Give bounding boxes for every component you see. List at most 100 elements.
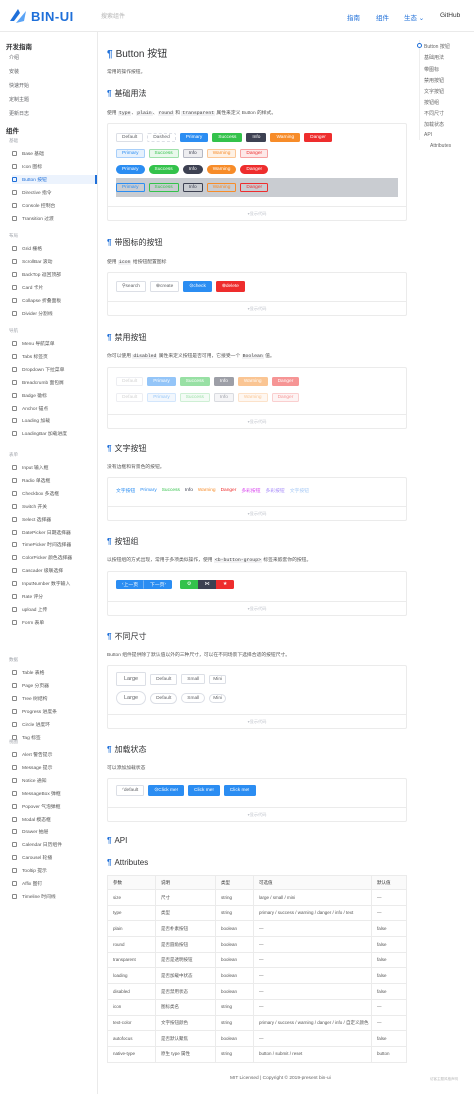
- sidebar-item-directive[interactable]: Directive 指令: [12, 188, 97, 197]
- sidebar-item-affix[interactable]: Affix 图钉: [12, 879, 97, 888]
- sidebar-item-carousel[interactable]: Carousel 轮播: [12, 853, 97, 862]
- toc-item[interactable]: 加载状态: [424, 121, 444, 128]
- sidebar-item-grid[interactable]: Grid 栅格: [12, 244, 97, 253]
- round-info-button[interactable]: Info: [182, 165, 203, 174]
- text-info-button[interactable]: Info: [185, 488, 193, 493]
- sidebar-link[interactable]: 介绍: [9, 54, 19, 61]
- disabled-plain-default-button[interactable]: Default: [116, 393, 144, 402]
- default-round-button[interactable]: Default: [150, 692, 178, 704]
- search-button[interactable]: ⚲ search: [116, 281, 146, 292]
- text-button[interactable]: 文字按钮: [116, 487, 135, 494]
- sidebar-item-circle[interactable]: Circle 进度环: [12, 720, 97, 729]
- sidebar-item-dropdown[interactable]: Dropdown 下拉菜单: [12, 365, 97, 374]
- text-disabled-button[interactable]: 文字按钮: [290, 487, 309, 494]
- warning-button[interactable]: Warning: [270, 133, 301, 142]
- disabled-plain-danger-button[interactable]: Danger: [271, 393, 300, 402]
- mini-button[interactable]: Mini: [209, 674, 227, 684]
- sidebar-item-divider[interactable]: Divider 分割线: [12, 309, 97, 318]
- delete-button[interactable]: ⊗ delete: [215, 281, 245, 292]
- sidebar-item-card[interactable]: Card 卡片: [12, 283, 97, 292]
- mini-round-button[interactable]: Mini: [209, 693, 227, 703]
- sidebar-item-messagebox[interactable]: MessageBox 弹框: [12, 789, 97, 798]
- sidebar-item-loading[interactable]: Loading 加载: [12, 416, 97, 425]
- sidebar-item-rate[interactable]: Rate 评分: [12, 592, 97, 601]
- sidebar-item-icon[interactable]: Icon 图标: [12, 162, 97, 171]
- show-code-toggle[interactable]: ▾ 显示代码: [108, 206, 406, 220]
- danger-button[interactable]: Danger: [304, 133, 332, 142]
- create-button[interactable]: ⊕ create: [149, 281, 180, 292]
- disabled-plain-primary-button[interactable]: Primary: [147, 393, 176, 402]
- nav-guide[interactable]: 指南: [347, 12, 360, 22]
- default-size-button[interactable]: Default: [150, 673, 178, 685]
- nav-github[interactable]: GitHub: [440, 12, 460, 19]
- text-danger-button[interactable]: Danger: [221, 488, 237, 493]
- sidebar-link[interactable]: 更新日志: [9, 110, 29, 117]
- sidebar-item-menu[interactable]: Menu 导航菜单: [12, 339, 97, 348]
- sidebar-item-form[interactable]: Form 表单: [12, 618, 97, 627]
- transparent-primary-button[interactable]: Primary: [116, 183, 145, 192]
- sidebar-item-tree[interactable]: Tree 树结构: [12, 694, 97, 703]
- loading-default-button[interactable]: ◜ default: [116, 785, 145, 796]
- toc-item[interactable]: 按钮组: [424, 99, 439, 106]
- toc-item[interactable]: Button 按钮: [424, 43, 450, 50]
- transparent-success-button[interactable]: Success: [148, 183, 179, 192]
- sidebar-item-tabs[interactable]: Tabs 标签页: [12, 352, 97, 361]
- large-round-button[interactable]: Large: [116, 691, 147, 705]
- round-warning-button[interactable]: Warning: [206, 165, 237, 174]
- round-danger-button[interactable]: Danger: [240, 165, 269, 174]
- disabled-warning-button[interactable]: Warning: [237, 377, 268, 386]
- text-warning-button[interactable]: Warning: [198, 488, 216, 493]
- show-code-toggle[interactable]: ▾ 显示代码: [108, 714, 406, 728]
- toc-item[interactable]: 基础用法: [424, 54, 444, 61]
- sidebar-item-switch[interactable]: Switch 开关: [12, 502, 97, 511]
- sidebar-link[interactable]: 快速开始: [9, 82, 29, 89]
- loading-click-button[interactable]: ⊙ Click me!: [148, 785, 185, 796]
- next-page-button[interactable]: 下一页 ›: [144, 580, 173, 589]
- toc-item[interactable]: Attributes: [430, 143, 451, 149]
- sidebar-item-transition[interactable]: Transition 过渡: [12, 214, 97, 223]
- disabled-danger-button[interactable]: Danger: [271, 377, 300, 386]
- text-primary-button[interactable]: Primary: [140, 488, 157, 493]
- sidebar-item-button[interactable]: Button 按钮: [12, 174, 97, 184]
- round-success-button[interactable]: Success: [148, 165, 179, 174]
- plain-primary-button[interactable]: Primary: [116, 149, 145, 158]
- sidebar-item-upload[interactable]: upload 上传: [12, 605, 97, 614]
- sidebar-item-anchor[interactable]: Anchor 锚点: [12, 404, 97, 413]
- sidebar-item-table[interactable]: Table 表格: [12, 668, 97, 677]
- default-button[interactable]: Default: [116, 133, 144, 142]
- sidebar-item-timepicker[interactable]: TimePicker 时间选择器: [12, 540, 97, 549]
- sidebar-item-console[interactable]: Console 控制台: [12, 201, 97, 210]
- large-button[interactable]: Large: [116, 672, 147, 686]
- sidebar-item-inputnumber[interactable]: InputNumber 数字输入: [12, 579, 97, 588]
- toc-item[interactable]: 禁用按钮: [424, 77, 444, 84]
- sidebar-item-timeline[interactable]: Timeline 时间线: [12, 892, 97, 901]
- plain-success-button[interactable]: Success: [148, 149, 179, 158]
- sidebar-item-loadingbar[interactable]: LoadingBar 加载进度: [12, 429, 97, 438]
- nav-ecosystem[interactable]: 生态 ⌄: [404, 12, 424, 22]
- sidebar-item-cascader[interactable]: Cascader 级联选择: [12, 566, 97, 575]
- transparent-danger-button[interactable]: Danger: [240, 183, 269, 192]
- sidebar-item-drawer[interactable]: Drawer 抽屉: [12, 827, 97, 836]
- sidebar-item-tag[interactable]: Tag 标签: [12, 733, 97, 742]
- success-button[interactable]: Success: [212, 133, 243, 142]
- text-color-button-2[interactable]: 多彩按钮: [266, 487, 285, 494]
- disabled-primary-button[interactable]: Primary: [147, 377, 176, 386]
- disabled-success-button[interactable]: Success: [179, 377, 210, 386]
- star-icon[interactable]: ★: [216, 580, 235, 589]
- sidebar-item-radio[interactable]: Radio 单选框: [12, 476, 97, 485]
- show-code-toggle[interactable]: ▾ 显示代码: [108, 807, 406, 821]
- sidebar-item-calendar[interactable]: Calendar 日历组件: [12, 840, 97, 849]
- info-button[interactable]: Info: [246, 133, 267, 142]
- toc-item[interactable]: API: [424, 132, 432, 138]
- prev-page-button[interactable]: ‹ 上一页: [116, 580, 145, 589]
- sidebar-item-modal[interactable]: Modal 模态框: [12, 815, 97, 824]
- code-icon[interactable]: ⋈: [198, 580, 217, 589]
- disabled-plain-warning-button[interactable]: Warning: [237, 393, 268, 402]
- sidebar-item-page[interactable]: Page 分页器: [12, 681, 97, 690]
- round-primary-button[interactable]: Primary: [116, 165, 145, 174]
- toc-item[interactable]: 文字按钮: [424, 88, 444, 95]
- sidebar-item-popover[interactable]: Popover 气泡弹框: [12, 802, 97, 811]
- click-button-2[interactable]: Click me!: [188, 785, 220, 796]
- click-button-3[interactable]: Click me!: [223, 785, 256, 796]
- text-color-button[interactable]: 多彩按钮: [241, 487, 260, 494]
